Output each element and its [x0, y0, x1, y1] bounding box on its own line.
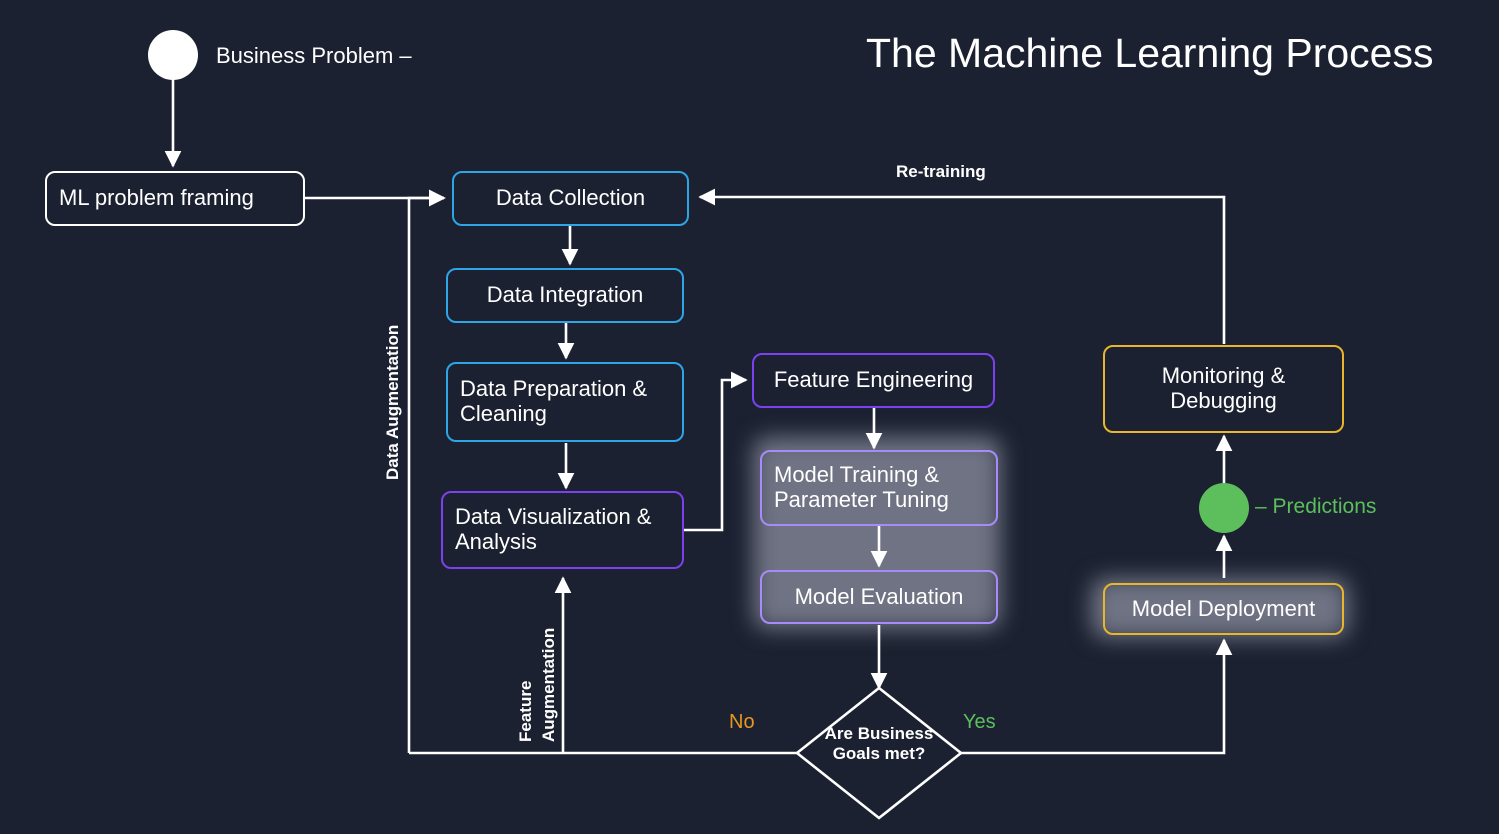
node-data-preparation-cleaning[interactable]: Data Preparation & Cleaning: [446, 362, 684, 442]
node-model-deployment[interactable]: Model Deployment: [1103, 583, 1344, 635]
feature-augmentation-label-line2: Augmentation: [539, 627, 558, 742]
page-title: The Machine Learning Process: [866, 30, 1434, 76]
node-ml-problem-framing[interactable]: ML problem framing: [45, 171, 305, 226]
node-model-training-parameter-tuning[interactable]: Model Training & Parameter Tuning: [760, 450, 998, 526]
decision-no-label: No: [729, 711, 755, 733]
feature-augmentation-label-line1: Feature: [516, 680, 535, 742]
edge-retraining: [698, 188, 1226, 344]
node-data-visualization-analysis[interactable]: Data Visualization & Analysis: [441, 491, 684, 569]
node-data-integration[interactable]: Data Integration: [446, 268, 684, 323]
edge-data-augmentation: [407, 189, 446, 753]
decision-yes-label: Yes: [963, 711, 996, 733]
diagram-canvas: The Machine Learning Process Business Pr…: [0, 0, 1499, 834]
node-feature-engineering[interactable]: Feature Engineering: [752, 353, 995, 408]
business-problem-dot: [148, 30, 198, 80]
edge-decision-yes: [961, 638, 1233, 755]
edge-visualization-to-feature-engineering: [684, 371, 748, 532]
retraining-label: Re-training: [896, 162, 986, 181]
predictions-label: – Predictions: [1255, 495, 1377, 518]
decision-label: Are Business Goals met?: [824, 724, 934, 763]
data-augmentation-label: Data Augmentation: [383, 324, 402, 480]
node-monitoring-debugging[interactable]: Monitoring & Debugging: [1103, 345, 1344, 433]
node-data-collection[interactable]: Data Collection: [452, 171, 689, 226]
predictions-dot: [1199, 483, 1249, 533]
node-model-evaluation[interactable]: Model Evaluation: [760, 570, 998, 624]
business-problem-label: Business Problem –: [216, 43, 412, 68]
